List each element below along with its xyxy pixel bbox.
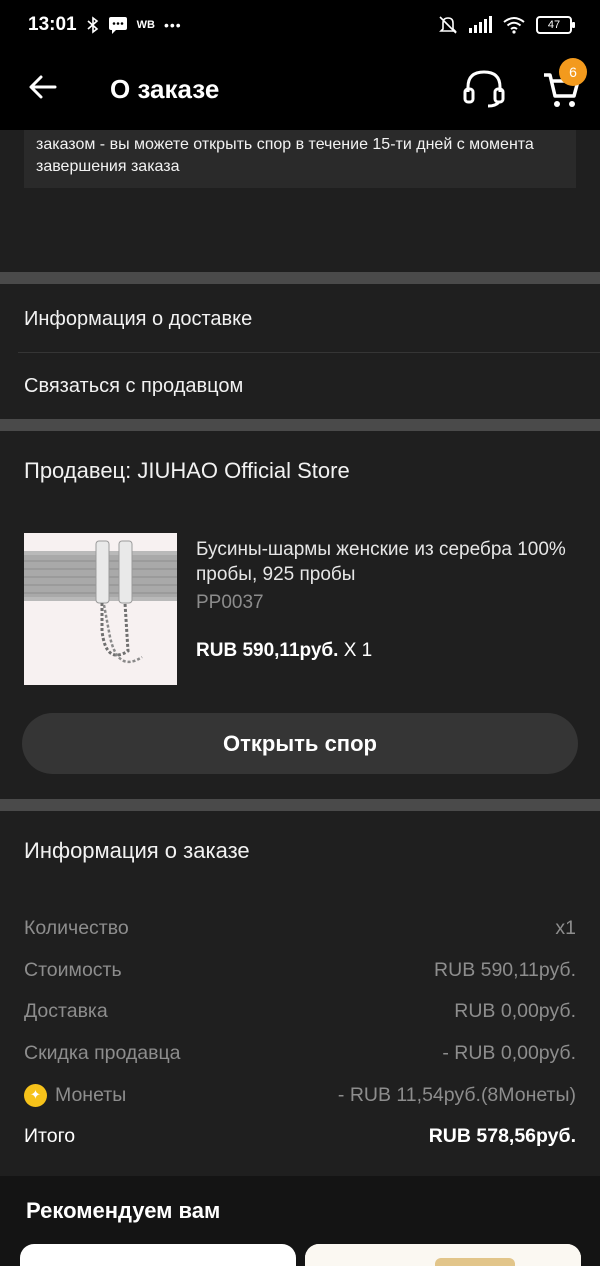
signal-icon xyxy=(469,16,492,33)
info-row-cost: Стоимость RUB 590,11руб. xyxy=(24,955,576,985)
seller-name[interactable]: Продавец: JIUHAO Official Store xyxy=(24,458,350,484)
headset-icon[interactable] xyxy=(462,68,506,108)
status-left-icons: WB ••• xyxy=(87,16,182,34)
section-divider xyxy=(0,419,600,431)
status-right-icons: 47 xyxy=(438,15,575,35)
dispute-notice: заказом - вы можете открыть спор в течен… xyxy=(24,130,576,188)
product-image[interactable] xyxy=(24,533,177,685)
coins-label-group: ✦ Монеты xyxy=(24,1083,127,1107)
info-value: - RUB 0,00руб. xyxy=(442,1041,576,1064)
info-label: Доставка xyxy=(24,999,108,1022)
info-label: Скидка продавца xyxy=(24,1041,181,1064)
carrier-label: WB xyxy=(136,19,155,31)
dispute-notice-section: заказом - вы можете открыть спор в течен… xyxy=(0,130,600,272)
coin-icon: ✦ xyxy=(24,1083,47,1107)
product-price: RUB 590,11руб. xyxy=(196,640,339,661)
product-quantity: X 1 xyxy=(343,640,373,661)
product-title[interactable]: Бусины-шармы женские из серебра 100% про… xyxy=(196,537,576,587)
info-value: x1 xyxy=(555,916,576,939)
info-label: Стоимость xyxy=(24,958,122,981)
section-divider xyxy=(0,272,600,284)
order-info-title: Информация о заказе xyxy=(24,838,250,863)
open-dispute-label: Открыть спор xyxy=(223,730,377,756)
info-row-shipping: Доставка RUB 0,00руб. xyxy=(24,996,576,1026)
recommendations-title: Рекомендуем вам xyxy=(26,1198,221,1223)
section-divider xyxy=(0,799,600,811)
total-value: RUB 578,56руб. xyxy=(428,1124,576,1147)
recommended-product-card[interactable] xyxy=(20,1244,296,1266)
info-row-coins: ✦ Монеты - RUB 11,54руб.(8Монеты) xyxy=(24,1080,576,1110)
page-title: О заказе xyxy=(110,74,220,104)
info-label: Количество xyxy=(24,916,129,939)
recommended-product-image xyxy=(305,1244,581,1266)
product-sku: PP0037 xyxy=(196,592,264,613)
contact-seller-link[interactable]: Связаться с продавцом xyxy=(0,353,600,419)
app-bar: О заказе xyxy=(0,50,600,130)
back-arrow-icon[interactable] xyxy=(28,72,58,102)
mute-icon xyxy=(439,16,457,34)
info-row-quantity: Количество x1 xyxy=(24,913,576,943)
recommended-product-card[interactable] xyxy=(305,1244,581,1266)
more-dots: ••• xyxy=(163,17,182,33)
info-value: RUB 590,11руб. xyxy=(434,958,576,981)
contact-seller-label: Связаться с продавцом xyxy=(24,374,244,397)
status-bar: 13:01 WB ••• 47 xyxy=(0,0,600,50)
battery-icon: 47 xyxy=(536,16,575,34)
info-value: - RUB 11,54руб.(8Монеты) xyxy=(337,1083,576,1106)
product-price-row: RUB 590,11руб. X 1 xyxy=(196,640,372,662)
cart-count-badge: 6 xyxy=(559,58,587,86)
wifi-icon xyxy=(503,17,525,34)
info-row-total: Итого RUB 578,56руб. xyxy=(24,1121,576,1151)
battery-level: 47 xyxy=(547,19,561,31)
status-time: 13:01 xyxy=(28,14,77,35)
info-value: RUB 0,00руб. xyxy=(454,999,576,1022)
total-label: Итого xyxy=(24,1124,76,1147)
message-icon xyxy=(108,17,127,34)
bluetooth-icon xyxy=(87,16,98,34)
delivery-info-label: Информация о доставке xyxy=(24,307,253,330)
info-label: Монеты xyxy=(55,1083,127,1106)
open-dispute-button[interactable]: Открыть спор xyxy=(22,713,578,774)
delivery-info-link[interactable]: Информация о доставке xyxy=(0,286,600,352)
info-row-seller-discount: Скидка продавца - RUB 0,00руб. xyxy=(24,1038,576,1068)
